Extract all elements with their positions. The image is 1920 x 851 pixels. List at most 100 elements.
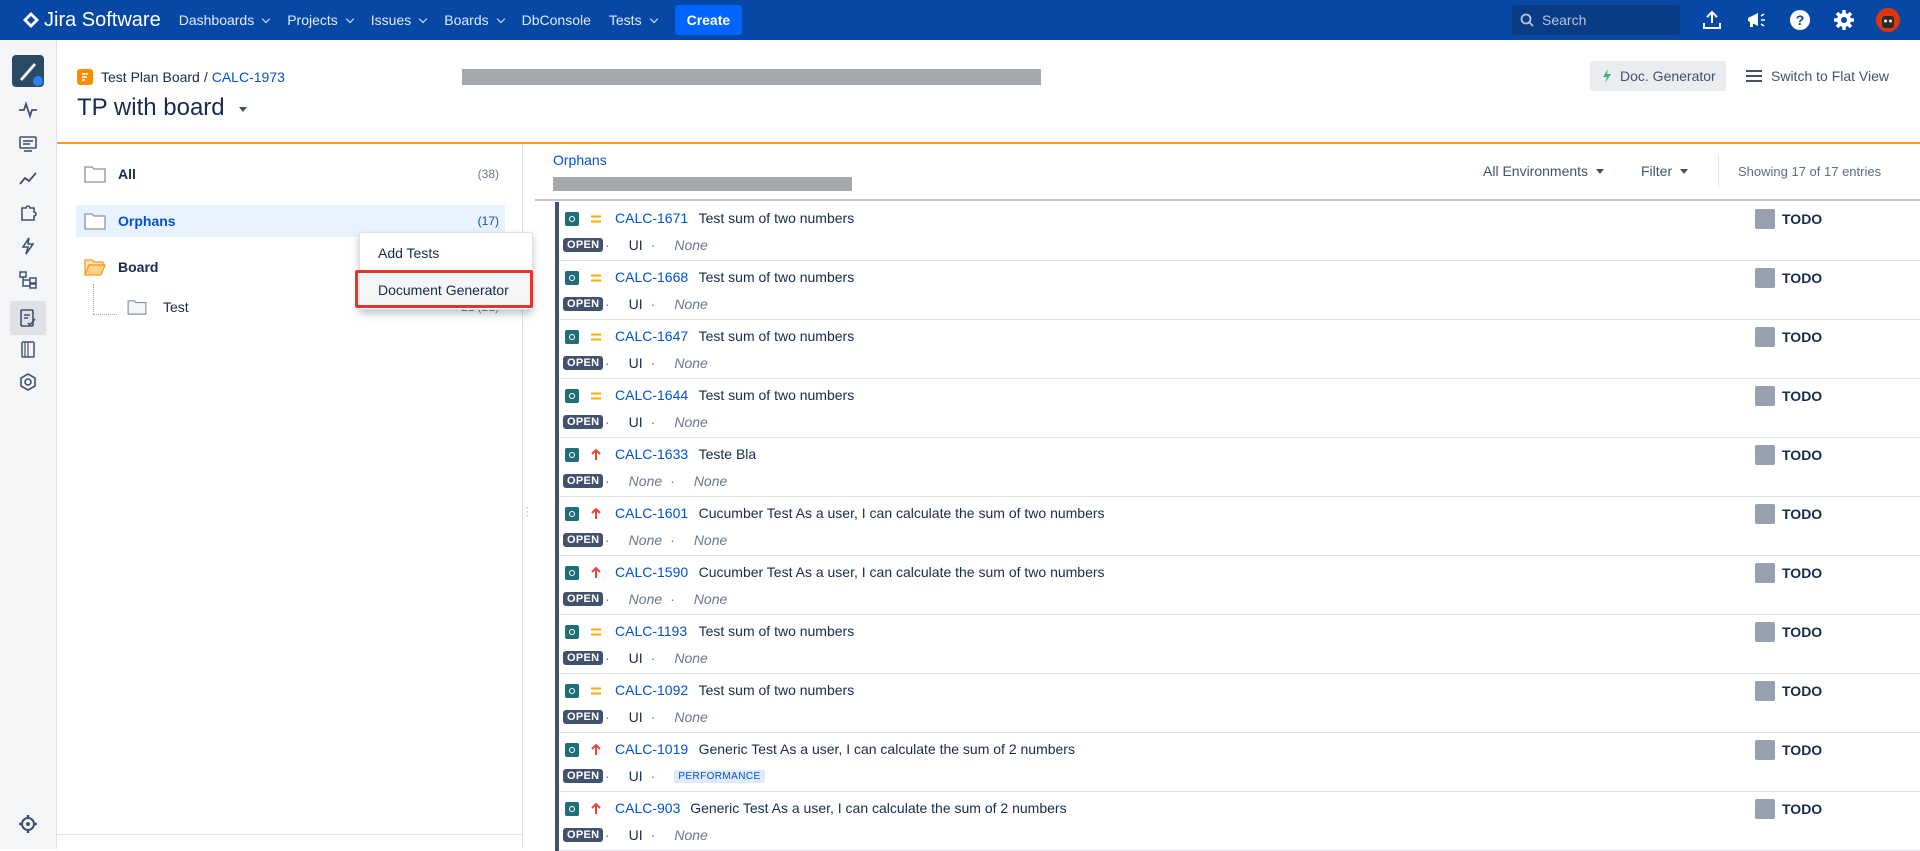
issue-key-link[interactable]: CALC-1092 xyxy=(615,682,688,698)
entries-count: Showing 17 of 17 entries xyxy=(1738,164,1882,179)
board-icon[interactable] xyxy=(16,132,40,156)
jira-diamond-icon xyxy=(23,12,39,28)
doc-generator-button[interactable]: Doc. Generator xyxy=(1590,61,1726,91)
test-row[interactable]: CALC-1601 Cucumber Test As a user, I can … xyxy=(555,497,1920,556)
test-run-status: TODO xyxy=(1782,211,1823,227)
list-menu-icon xyxy=(1746,70,1762,82)
search-input[interactable]: Search xyxy=(1512,5,1680,35)
test-plan-board-icon[interactable] xyxy=(10,301,46,335)
issue-component: UI xyxy=(628,827,643,843)
issue-component: UI xyxy=(628,768,643,784)
reports-chart-icon[interactable] xyxy=(16,166,40,190)
test-row[interactable]: CALC-1647 Test sum of two numbers OPEN · UI ·… xyxy=(555,320,1920,379)
separator-dot: · xyxy=(605,237,610,253)
issue-key-link[interactable]: CALC-1590 xyxy=(615,564,688,580)
caret-down-icon[interactable] xyxy=(238,106,247,112)
nav-projects[interactable]: Projects xyxy=(287,12,355,28)
status-badge: OPEN xyxy=(563,710,604,724)
issue-summary: Teste Bla xyxy=(698,446,757,462)
hierarchy-icon[interactable] xyxy=(16,268,40,292)
puzzle-icon[interactable] xyxy=(16,200,40,224)
issue-key-link[interactable]: CALC-1601 xyxy=(615,505,688,521)
filter-dropdown[interactable]: Filter xyxy=(1641,163,1689,179)
test-row[interactable]: CALC-1019 Generic Test As a user, I can c… xyxy=(555,733,1920,792)
project-settings-gear-icon[interactable] xyxy=(16,812,40,836)
issue-meta: · UI · None xyxy=(605,650,708,666)
breadcrumb-issue-link[interactable]: CALC-1973 xyxy=(212,69,285,85)
issue-component: None xyxy=(628,591,663,607)
test-issue-type-icon xyxy=(565,271,579,285)
test-row[interactable]: CALC-1193 Test sum of two numbers OPEN · UI ·… xyxy=(555,615,1920,674)
nav-issues-label: Issues xyxy=(370,12,412,28)
svg-text:?: ? xyxy=(1796,12,1805,28)
nav-dbconsole[interactable]: DbConsole xyxy=(522,12,591,28)
menu-add-tests[interactable]: Add Tests xyxy=(360,238,532,268)
nav-projects-label: Projects xyxy=(287,12,338,28)
priority-medium-icon xyxy=(589,330,603,344)
issue-key-link[interactable]: CALC-1633 xyxy=(615,446,688,462)
issue-summary: Cucumber Test As a user, I can calculate… xyxy=(698,505,1105,521)
issue-meta: · UI · None xyxy=(605,237,708,253)
folder-all-label: All xyxy=(118,166,136,182)
lightning-icon[interactable] xyxy=(16,234,40,258)
test-row[interactable]: CALC-903 Generic Test As a user, I can ca… xyxy=(555,792,1920,851)
test-row[interactable]: CALC-1092 Test sum of two numbers OPEN · UI ·… xyxy=(555,674,1920,733)
test-row[interactable]: CALC-1671 Test sum of two numbers OPEN · UI ·… xyxy=(555,202,1920,261)
test-row[interactable]: CALC-1590 Cucumber Test As a user, I can … xyxy=(555,556,1920,615)
issue-key-link[interactable]: CALC-1019 xyxy=(615,741,688,757)
test-row[interactable]: CALC-1633 Teste Bla OPEN · None · None TODO xyxy=(555,438,1920,497)
priority-medium-icon xyxy=(589,684,603,698)
issue-component: UI xyxy=(628,414,643,430)
issue-key-link[interactable]: CALC-1671 xyxy=(615,210,688,226)
nav-tests[interactable]: Tests xyxy=(609,12,658,28)
status-badge: OPEN xyxy=(563,238,604,252)
status-color-square xyxy=(1755,445,1775,465)
tree-connector xyxy=(93,314,117,315)
megaphone-icon[interactable] xyxy=(1744,8,1768,32)
status-badge: OPEN xyxy=(563,474,604,488)
separator-dot: · xyxy=(605,532,610,548)
jira-logo[interactable]: Jira Software xyxy=(22,9,161,32)
issue-key-link[interactable]: CALC-1193 xyxy=(615,623,687,639)
nav-issues[interactable]: Issues xyxy=(370,12,428,28)
help-icon[interactable]: ? xyxy=(1788,8,1812,32)
separator-dot: · xyxy=(605,827,610,843)
issue-key-link[interactable]: CALC-1644 xyxy=(615,387,688,403)
project-avatar[interactable] xyxy=(12,55,44,87)
test-row[interactable]: CALC-1668 Test sum of two numbers OPEN · UI ·… xyxy=(555,261,1920,320)
component-hex-icon[interactable] xyxy=(16,370,40,394)
test-issue-type-icon xyxy=(565,802,579,816)
upload-icon[interactable] xyxy=(1700,8,1724,32)
test-issue-type-icon xyxy=(565,448,579,462)
filter-label: Filter xyxy=(1641,163,1673,179)
test-row[interactable]: CALC-1644 Test sum of two numbers OPEN · UI ·… xyxy=(555,379,1920,438)
issue-label-tag[interactable]: PERFORMANCE xyxy=(674,769,765,783)
create-button[interactable]: Create xyxy=(674,5,743,35)
test-run-status: TODO xyxy=(1782,565,1823,581)
page-title[interactable]: TP with board xyxy=(77,94,247,122)
switch-flat-view-button[interactable]: Switch to Flat View xyxy=(1745,61,1889,91)
test-run-status: TODO xyxy=(1782,801,1823,817)
activity-icon[interactable] xyxy=(16,98,40,122)
test-run-status: TODO xyxy=(1782,742,1823,758)
user-avatar[interactable] xyxy=(1876,8,1900,32)
separator-dot: · xyxy=(650,414,656,430)
issue-key-link[interactable]: CALC-1668 xyxy=(615,269,688,285)
issue-component: UI xyxy=(628,296,643,312)
issue-key-link[interactable]: CALC-1647 xyxy=(615,328,688,344)
redacted-block xyxy=(462,69,1041,85)
status-color-square xyxy=(1755,504,1775,524)
issue-meta: · None · None xyxy=(605,532,727,548)
nav-boards[interactable]: Boards xyxy=(444,12,505,28)
row-status-bar xyxy=(555,320,559,379)
documents-icon[interactable] xyxy=(16,337,40,361)
test-issue-type-icon xyxy=(565,507,579,521)
environments-dropdown[interactable]: All Environments xyxy=(1483,163,1605,179)
breadcrumb-parent[interactable]: Test Plan Board xyxy=(101,69,200,85)
issue-key-link[interactable]: CALC-903 xyxy=(615,800,680,816)
resize-handle[interactable]: · · · xyxy=(525,501,529,521)
folder-all[interactable]: All (38) xyxy=(76,158,505,190)
settings-gear-icon[interactable] xyxy=(1832,8,1856,32)
current-folder-link[interactable]: Orphans xyxy=(553,152,607,168)
nav-dashboards[interactable]: Dashboards xyxy=(179,12,271,28)
